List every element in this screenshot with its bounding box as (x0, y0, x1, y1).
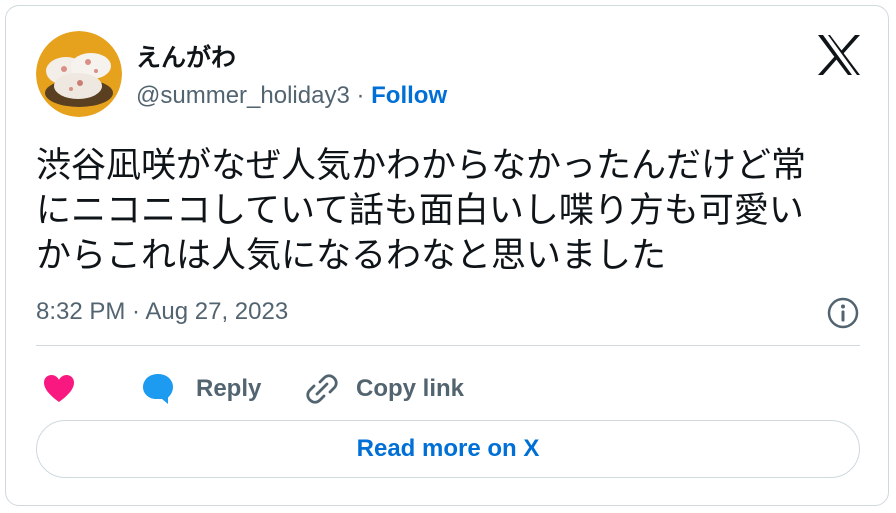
tweet-text-line: にニコニコしていて話も面白いし喋り方も可愛い (36, 191, 804, 231)
link-icon (306, 374, 338, 404)
x-logo-icon[interactable] (816, 34, 862, 76)
tweet-text: 渋谷凪咲がなぜ人気かわからなかったんだけど常 にニコニコしていて話も面白いし喋り… (36, 144, 866, 279)
reply-button[interactable]: Reply (140, 366, 261, 412)
read-more-button[interactable]: Read more on X (36, 420, 860, 478)
avatar[interactable] (36, 31, 122, 117)
follow-button[interactable]: Follow (371, 82, 447, 109)
author-display-name[interactable]: えんがわ (136, 38, 236, 74)
like-button[interactable] (42, 366, 76, 412)
heart-icon (44, 375, 74, 402)
action-bar: Reply Copy link (36, 366, 860, 412)
tweet-text-line: からこれは人気になるわなと思いました (36, 236, 667, 276)
author-handle[interactable]: @summer_holiday3 (136, 82, 350, 109)
handle-separator: · (349, 82, 372, 109)
copy-link-button[interactable]: Copy link (304, 366, 464, 412)
tweet-timestamp[interactable]: 8:32 PM · Aug 27, 2023 (36, 298, 288, 326)
tweet-text-line: 渋谷凪咲がなぜ人気かわからなかったんだけど常 (36, 146, 807, 186)
reply-label: Reply (196, 375, 262, 402)
divider (36, 345, 860, 346)
tweet-card: えんがわ @summer_holiday3 · Follow 渋谷凪咲がなぜ人気… (5, 5, 889, 506)
speech-bubble-icon (143, 374, 173, 404)
author-handle-line: @summer_holiday3 · Follow (136, 82, 447, 110)
info-icon[interactable] (826, 296, 860, 330)
copy-link-label: Copy link (356, 375, 465, 402)
sushi-avatar-icon (36, 31, 122, 117)
